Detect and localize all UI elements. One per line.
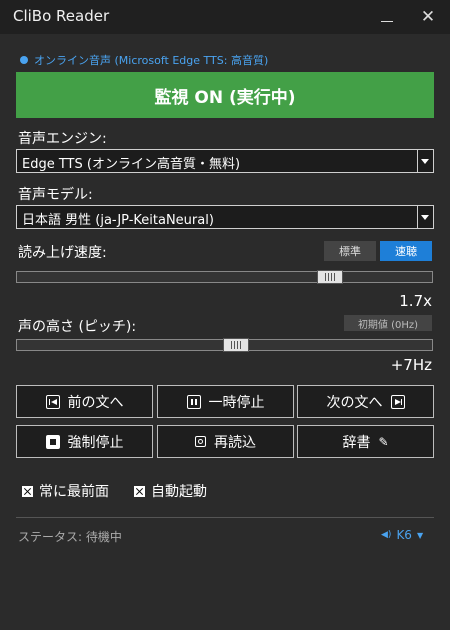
dictionary-button[interactable]: 辞書 ✎ xyxy=(297,425,434,458)
engine-value: Edge TTS (オンライン高音質・無料) xyxy=(22,157,241,172)
reload-button[interactable]: 再読込 xyxy=(157,425,294,458)
close-icon[interactable]: ✕ xyxy=(419,8,437,26)
divider xyxy=(16,517,434,518)
speed-label: 読み上げ速度: xyxy=(18,245,107,261)
auto-start-checkbox[interactable]: 自動起動 xyxy=(134,481,207,501)
speed-slider[interactable] xyxy=(16,270,433,284)
dictionary-label: 辞書 xyxy=(342,434,371,451)
next-sentence-label: 次の文へ xyxy=(326,394,383,411)
pitch-label: 声の高さ (ピッチ): xyxy=(18,319,137,335)
pitch-slider-thumb[interactable] xyxy=(223,338,249,352)
speed-fast-button[interactable]: 速聴 xyxy=(380,241,432,261)
pause-label: 一時停止 xyxy=(208,394,265,411)
online-dot-icon xyxy=(20,56,28,64)
speaker-icon: ◀) xyxy=(381,530,392,540)
next-sentence-button[interactable]: 次の文へ xyxy=(297,385,434,418)
caret-down-icon: ▼ xyxy=(416,530,424,540)
hotkey-label: K6 xyxy=(396,528,412,542)
model-value: 日本語 男性 (ja-JP-KeitaNeural) xyxy=(22,213,214,228)
skip-forward-icon xyxy=(390,394,405,409)
status-text: ステータス: 待機中 xyxy=(18,530,122,544)
skip-back-icon xyxy=(45,394,60,409)
hotkey-dropdown[interactable]: ◀) K6 ▼ xyxy=(381,528,423,542)
mode-text: オンライン音声 (Microsoft Edge TTS: 高音質) xyxy=(34,54,269,67)
prev-sentence-button[interactable]: 前の文へ xyxy=(16,385,153,418)
checkbox-checked-icon[interactable] xyxy=(134,485,145,497)
minimize-icon[interactable] xyxy=(378,9,396,25)
mode-indicator: オンライン音声 (Microsoft Edge TTS: 高音質) xyxy=(20,52,268,68)
engine-select[interactable]: Edge TTS (オンライン高音質・無料) xyxy=(16,149,434,173)
pitch-reset-button[interactable]: 初期値 (0Hz) xyxy=(344,315,432,331)
pitch-value: +7Hz xyxy=(390,356,432,374)
speed-slider-thumb[interactable] xyxy=(317,270,343,284)
always-on-top-label: 常に最前面 xyxy=(39,484,109,500)
force-stop-label: 強制停止 xyxy=(67,434,124,451)
monitor-toggle-button[interactable]: 監視 ON (実行中) xyxy=(16,72,434,118)
prev-sentence-label: 前の文へ xyxy=(67,394,124,411)
checkbox-checked-icon[interactable] xyxy=(22,485,33,497)
edit-icon: ✎ xyxy=(378,434,389,449)
stop-icon xyxy=(45,434,60,449)
always-on-top-checkbox[interactable]: 常に最前面 xyxy=(22,481,109,501)
reload-icon xyxy=(195,436,206,447)
chevron-down-icon[interactable] xyxy=(417,206,433,228)
pause-button[interactable]: 一時停止 xyxy=(157,385,294,418)
engine-label: 音声エンジン: xyxy=(18,131,107,147)
speed-standard-button[interactable]: 標準 xyxy=(324,241,376,261)
reload-label: 再読込 xyxy=(214,434,256,451)
auto-start-label: 自動起動 xyxy=(151,484,207,500)
speed-value: 1.7x xyxy=(399,292,432,310)
force-stop-button[interactable]: 強制停止 xyxy=(16,425,153,458)
chevron-down-icon[interactable] xyxy=(417,150,433,172)
model-select[interactable]: 日本語 男性 (ja-JP-KeitaNeural) xyxy=(16,205,434,229)
model-label: 音声モデル: xyxy=(18,187,93,203)
pause-icon xyxy=(186,394,201,409)
title-bar: CliBo Reader ✕ xyxy=(0,0,450,34)
window-title: CliBo Reader xyxy=(13,7,110,25)
pitch-slider[interactable] xyxy=(16,338,433,352)
